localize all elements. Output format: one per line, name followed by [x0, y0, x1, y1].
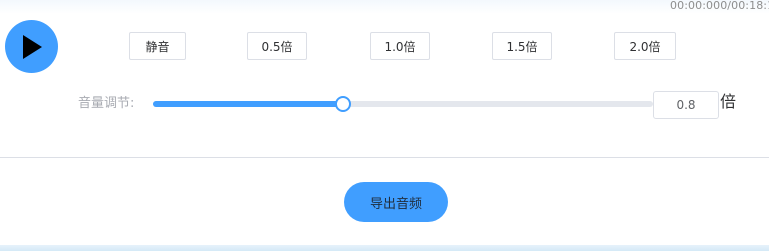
volume-slider-fill	[153, 101, 343, 107]
export-audio-button[interactable]: 导出音频	[344, 182, 448, 222]
play-button[interactable]	[5, 20, 58, 73]
time-readout: 00:00:000/00:18:1	[670, 0, 769, 12]
bottom-band	[0, 245, 769, 251]
volume-slider-handle[interactable]	[335, 96, 351, 112]
volume-unit: 倍	[720, 92, 737, 111]
volume-input[interactable]	[653, 91, 719, 119]
volume-slider[interactable]	[153, 96, 653, 112]
rate-2.0-button[interactable]: 2.0倍	[614, 32, 676, 60]
volume-label: 音量调节:	[78, 96, 135, 111]
rate-0.5-button[interactable]: 0.5倍	[247, 32, 307, 60]
top-fade	[0, 0, 769, 14]
rate-1.5-button[interactable]: 1.5倍	[492, 32, 552, 60]
rate-1.0-button[interactable]: 1.0倍	[370, 32, 430, 60]
divider	[0, 157, 769, 158]
mute-button[interactable]: 静音	[129, 32, 186, 60]
play-icon	[21, 34, 43, 60]
